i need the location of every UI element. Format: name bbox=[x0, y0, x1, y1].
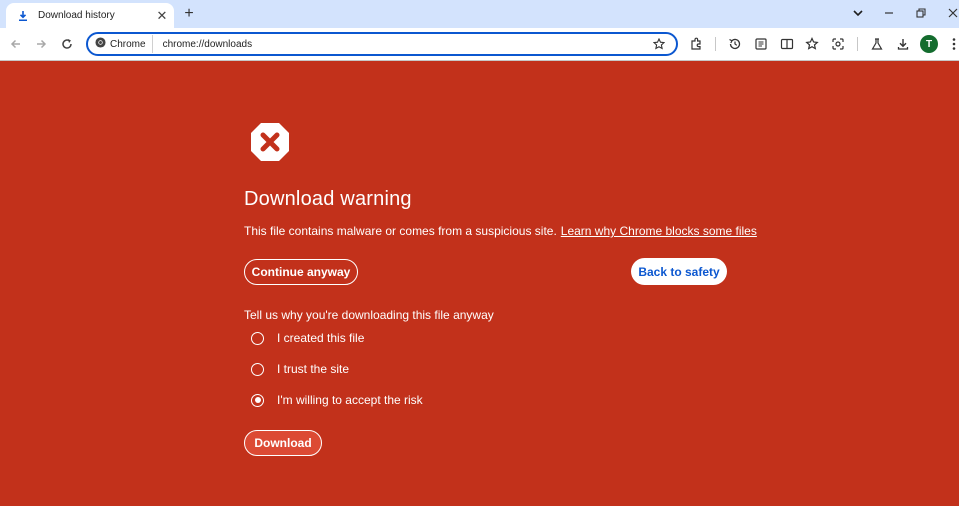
learn-more-link[interactable]: Learn why Chrome blocks some files bbox=[561, 224, 757, 238]
back-icon[interactable] bbox=[6, 34, 26, 54]
download-warning-page: Download warning This file contains malw… bbox=[0, 61, 959, 506]
radio-button[interactable] bbox=[251, 331, 264, 345]
radio-button-selected[interactable] bbox=[251, 393, 264, 407]
radio-button[interactable] bbox=[251, 362, 264, 376]
tab-title: Download history bbox=[38, 10, 115, 21]
profile-avatar[interactable]: T bbox=[920, 35, 938, 53]
bookmark-star-icon[interactable] bbox=[650, 35, 668, 53]
side-panel-icon[interactable] bbox=[777, 34, 797, 54]
lens-icon[interactable] bbox=[828, 34, 848, 54]
minimize-icon[interactable] bbox=[879, 4, 899, 22]
tab-download-history[interactable]: Download history ✕ bbox=[6, 3, 174, 28]
radio-label: I created this file bbox=[277, 331, 365, 345]
forward-icon[interactable] bbox=[31, 34, 51, 54]
page-title: Download warning bbox=[244, 188, 412, 210]
radio-label: I trust the site bbox=[277, 362, 350, 376]
address-bar[interactable]: Chrome chrome://downloads bbox=[86, 32, 678, 56]
toolbar-separator bbox=[715, 37, 716, 51]
more-menu-icon[interactable] bbox=[944, 34, 959, 54]
url-text[interactable]: chrome://downloads bbox=[163, 39, 650, 50]
downloads-icon[interactable] bbox=[893, 34, 913, 54]
tab-search-chevron-icon[interactable] bbox=[848, 4, 868, 22]
labs-flask-icon[interactable] bbox=[867, 34, 887, 54]
reason-prompt: Tell us why you're downloading this file… bbox=[244, 308, 494, 322]
dangerous-file-icon bbox=[248, 120, 292, 164]
toolbar-separator bbox=[857, 37, 858, 51]
extensions-icon[interactable] bbox=[686, 34, 706, 54]
window-close-icon[interactable] bbox=[943, 4, 959, 22]
bookmarks-icon[interactable] bbox=[802, 34, 822, 54]
tab-close-icon[interactable]: ✕ bbox=[154, 8, 170, 24]
warning-description: This file contains malware or comes from… bbox=[244, 224, 757, 238]
tab-strip: Download history ✕ + bbox=[0, 0, 959, 28]
new-tab-icon[interactable]: + bbox=[180, 5, 198, 23]
reading-mode-icon[interactable] bbox=[751, 34, 771, 54]
back-to-safety-button[interactable]: Back to safety bbox=[631, 258, 727, 285]
chrome-logo-icon bbox=[95, 35, 106, 53]
history-icon[interactable] bbox=[725, 34, 745, 54]
download-button[interactable]: Download bbox=[244, 430, 322, 456]
reload-icon[interactable] bbox=[57, 34, 77, 54]
radio-label: I'm willing to accept the risk bbox=[277, 393, 423, 407]
reason-option-created[interactable]: I created this file bbox=[251, 331, 364, 345]
restore-icon[interactable] bbox=[911, 4, 931, 22]
reason-option-trust[interactable]: I trust the site bbox=[251, 362, 349, 376]
continue-anyway-button[interactable]: Continue anyway bbox=[244, 259, 358, 285]
warning-text: This file contains malware or comes from… bbox=[244, 224, 557, 238]
download-icon bbox=[16, 9, 30, 23]
chrome-chip[interactable]: Chrome bbox=[93, 35, 153, 53]
toolbar: Chrome chrome://downloads T bbox=[0, 28, 959, 61]
reason-option-accept-risk[interactable]: I'm willing to accept the risk bbox=[251, 393, 423, 407]
chip-label: Chrome bbox=[110, 38, 146, 50]
